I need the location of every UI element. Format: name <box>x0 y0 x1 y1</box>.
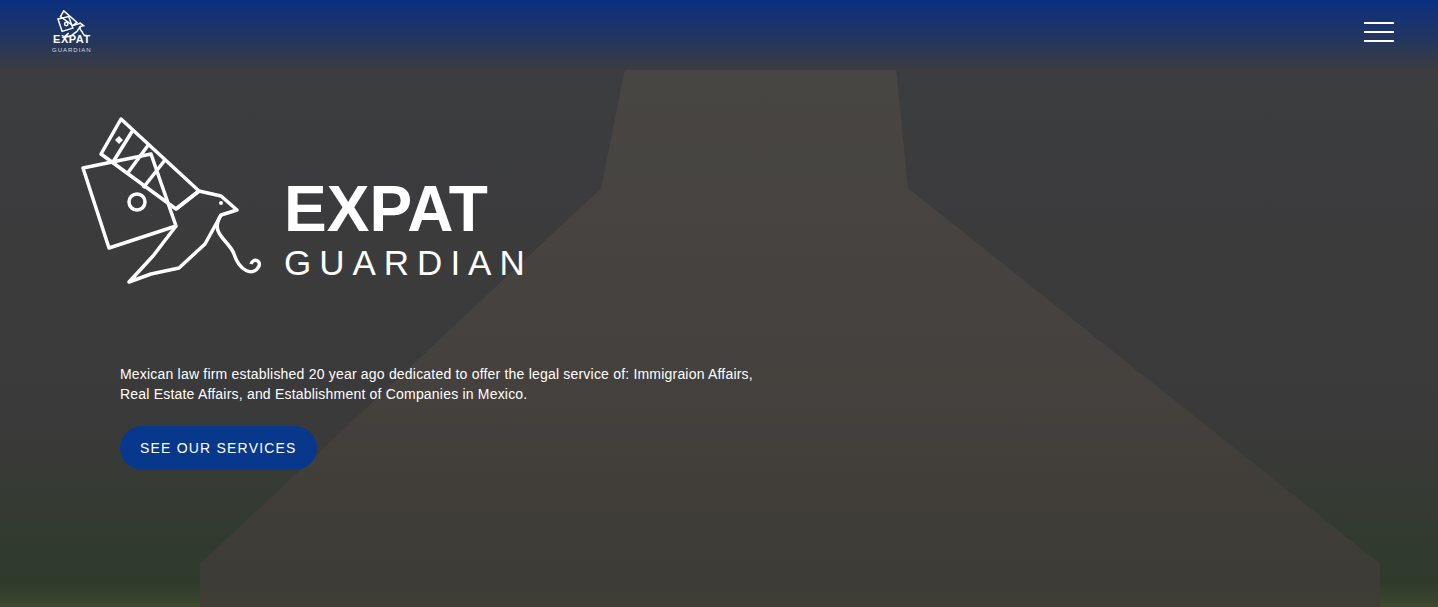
see-services-button[interactable]: SEE OUR SERVICES <box>120 426 317 470</box>
header-logo[interactable]: EXPAT GUARDIAN <box>52 10 92 53</box>
header-logo-title: EXPAT <box>53 34 91 45</box>
menu-icon[interactable] <box>1362 10 1396 54</box>
site-header: EXPAT GUARDIAN <box>0 0 1438 54</box>
hero-logo-title: EXPAT <box>284 179 533 240</box>
hero-background: EXPAT GUARDIAN <box>0 0 1438 607</box>
hero-description: Mexican law firm established 20 year ago… <box>120 364 780 404</box>
hero-logo-text: EXPAT GUARDIAN <box>284 179 533 286</box>
hero-logo-subtitle: GUARDIAN <box>284 244 533 283</box>
hero-logo: EXPAT GUARDIAN <box>80 116 1438 286</box>
hero-copy: Mexican law firm established 20 year ago… <box>80 364 1438 470</box>
header-logo-subtitle: GUARDIAN <box>52 47 92 53</box>
hero-section: EXPAT GUARDIAN Mexican law firm establis… <box>0 54 1438 470</box>
eagle-icon <box>80 116 262 286</box>
